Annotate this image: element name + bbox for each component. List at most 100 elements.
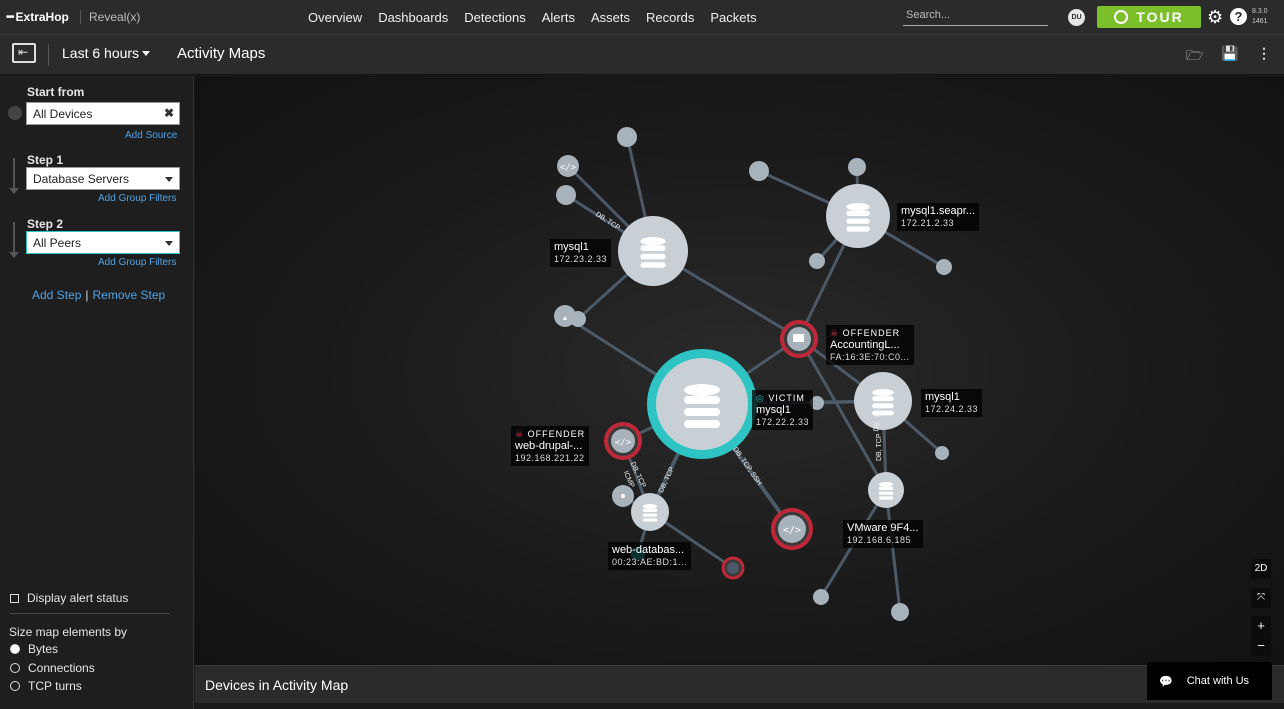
radio-selected-icon[interactable]	[10, 644, 20, 654]
node-label-vmware[interactable]: VMware 9F4... 192.168.6.185	[843, 520, 923, 548]
node-dot	[621, 494, 625, 498]
help-icon[interactable]: ?	[1230, 8, 1247, 25]
peer-node[interactable]	[936, 259, 952, 275]
nav-packets[interactable]: Packets	[710, 10, 756, 25]
app-root: ••• ExtraHop Reveal(x) Overview Dashboar…	[0, 0, 1284, 709]
step2-select[interactable]: All Peers	[26, 231, 180, 254]
time-range-selector[interactable]: Last 6 hours	[62, 45, 139, 61]
display-alert-status-checkbox[interactable]: Display alert status	[10, 591, 128, 605]
edge	[884, 489, 902, 612]
victim-tag: ◎ VICTIM	[756, 392, 809, 404]
exit-map-icon[interactable]	[12, 43, 36, 63]
nav-detections[interactable]: Detections	[464, 10, 525, 25]
tour-button[interactable]: TOUR	[1097, 6, 1201, 28]
step1-value: Database Servers	[33, 172, 130, 186]
db-node-webdb[interactable]	[631, 493, 669, 531]
offender-node-accounting[interactable]	[780, 320, 818, 358]
global-search-input[interactable]: Search...	[903, 9, 1048, 26]
nav-assets[interactable]: Assets	[591, 10, 630, 25]
size-by-bytes-radio[interactable]: Bytes	[10, 642, 58, 656]
chevron-down-icon[interactable]	[142, 51, 150, 56]
offender-node-drupal[interactable]: </>	[604, 422, 642, 460]
app-node-left[interactable]: ▲	[554, 305, 576, 327]
nav-records[interactable]: Records	[646, 10, 694, 25]
peer-node[interactable]	[935, 446, 949, 460]
skull-icon: ☠	[515, 429, 525, 439]
clear-icon[interactable]: ✖	[164, 106, 174, 120]
gear-icon[interactable]: ⚙	[1207, 7, 1223, 28]
start-from-field[interactable]: All Devices ✖	[26, 102, 180, 125]
sidebar-divider	[10, 613, 170, 614]
db-node-mysql1-seapr[interactable]	[826, 184, 890, 248]
nav-overview[interactable]: Overview	[308, 10, 362, 25]
step-actions: Add Step | Remove Step	[32, 288, 165, 302]
extrahop-logo[interactable]: ••• ExtraHop	[6, 10, 69, 24]
node-label-mysql1-top[interactable]: mysql1 172.23.2.33	[550, 239, 612, 267]
node-ip: 172.21.2.33	[901, 218, 955, 228]
peer-node[interactable]	[749, 161, 769, 181]
peer-node[interactable]	[809, 253, 825, 269]
node-label-mysql1-right[interactable]: mysql1 172.24.2.33	[921, 389, 983, 417]
db-node-mysql1-top[interactable]	[618, 216, 688, 286]
offender-node-app[interactable]: </>	[771, 508, 813, 550]
user-avatar[interactable]: DU	[1068, 9, 1085, 26]
size-by-connections-radio[interactable]: Connections	[10, 661, 95, 675]
app-node-top[interactable]: </>	[557, 155, 579, 177]
peer-node[interactable]	[813, 589, 829, 605]
chat-bubble-icon: 💬	[1159, 675, 1173, 688]
radio-icon[interactable]	[10, 681, 20, 691]
svg-text:</>: </>	[560, 163, 577, 173]
activity-map-graph[interactable]: </> ▲ </> </>	[195, 76, 1284, 665]
add-source-link[interactable]: Add Source	[125, 130, 177, 141]
node-label-victim[interactable]: ◎ VICTIM mysql1 172.22.2.33	[752, 390, 814, 430]
peer-node[interactable]	[617, 127, 637, 147]
product-name: Reveal(x)	[80, 10, 140, 24]
checkbox-box[interactable]	[10, 593, 19, 603]
sub-header: Last 6 hours Activity Maps 🗁 💾 ⋮	[0, 35, 1284, 75]
save-icon[interactable]: 💾	[1221, 45, 1238, 62]
zoom-out-button[interactable]: −	[1251, 636, 1271, 656]
folder-open-icon[interactable]: 🗁	[1186, 45, 1203, 69]
node-label-accounting[interactable]: ☠ OFFENDER AccountingL... FA:16:3E:70:C0…	[826, 325, 914, 365]
nav-dashboards[interactable]: Dashboards	[378, 10, 448, 25]
divider	[48, 44, 49, 66]
db-node-mysql1-right[interactable]	[854, 372, 912, 430]
chevron-down-icon	[165, 241, 173, 246]
zoom-in-button[interactable]: +	[1251, 616, 1271, 636]
peer-node[interactable]	[848, 158, 866, 176]
node-ip: 00:23:AE:BD:1...	[612, 557, 688, 567]
victim-node-mysql1[interactable]	[647, 349, 757, 459]
db-node-vmware[interactable]	[868, 472, 904, 508]
step2-label: Step 2	[27, 217, 64, 231]
remove-step-link[interactable]: Remove Step	[93, 288, 166, 302]
devices-panel-header[interactable]: Devices in Activity Map	[195, 665, 1284, 703]
svg-text:</>: </>	[615, 438, 632, 448]
fit-to-screen-icon[interactable]: ⤧	[1251, 588, 1271, 608]
node-name: mysql1	[756, 404, 791, 416]
compass-icon	[1114, 10, 1129, 24]
step1-label: Step 1	[27, 153, 64, 167]
offender-node-small[interactable]	[721, 556, 745, 580]
size-by-tcp-turns-radio[interactable]: TCP turns	[10, 679, 82, 693]
start-from-value: All Devices	[33, 107, 93, 121]
peer-node[interactable]	[556, 185, 576, 205]
tag-text: OFFENDER	[842, 328, 901, 338]
step1-add-group-filters-link[interactable]: Add Group Filters	[98, 193, 176, 204]
node-label-drupal[interactable]: ☠ OFFENDER web-drupal-... 192.168.221.22	[511, 426, 590, 466]
node-label-webdb[interactable]: web-databas... 00:23:AE:BD:1...	[608, 542, 692, 570]
add-step-link[interactable]: Add Step	[32, 288, 81, 302]
step1-select[interactable]: Database Servers	[26, 167, 180, 190]
activity-map-canvas[interactable]: </> ▲ </> </> DB, TCP DB, TCP DB, TCP DB…	[195, 76, 1284, 665]
radio-icon[interactable]	[10, 663, 20, 673]
view-2d-button[interactable]: 2D	[1251, 559, 1271, 579]
peer-node[interactable]	[891, 603, 909, 621]
version-info: 8.3.0 1461	[1252, 7, 1268, 27]
page-title: Activity Maps	[177, 45, 266, 62]
more-vertical-icon[interactable]: ⋮	[1257, 45, 1271, 62]
tour-label: TOUR	[1136, 9, 1184, 25]
node-label-mysql1-seapr[interactable]: mysql1.seapr... 172.21.2.33	[897, 203, 979, 231]
nav-alerts[interactable]: Alerts	[542, 10, 575, 25]
node-ip: 172.24.2.33	[925, 404, 979, 414]
step2-add-group-filters-link[interactable]: Add Group Filters	[98, 257, 176, 268]
chat-with-us-button[interactable]: 💬 Chat with Us	[1147, 662, 1272, 700]
